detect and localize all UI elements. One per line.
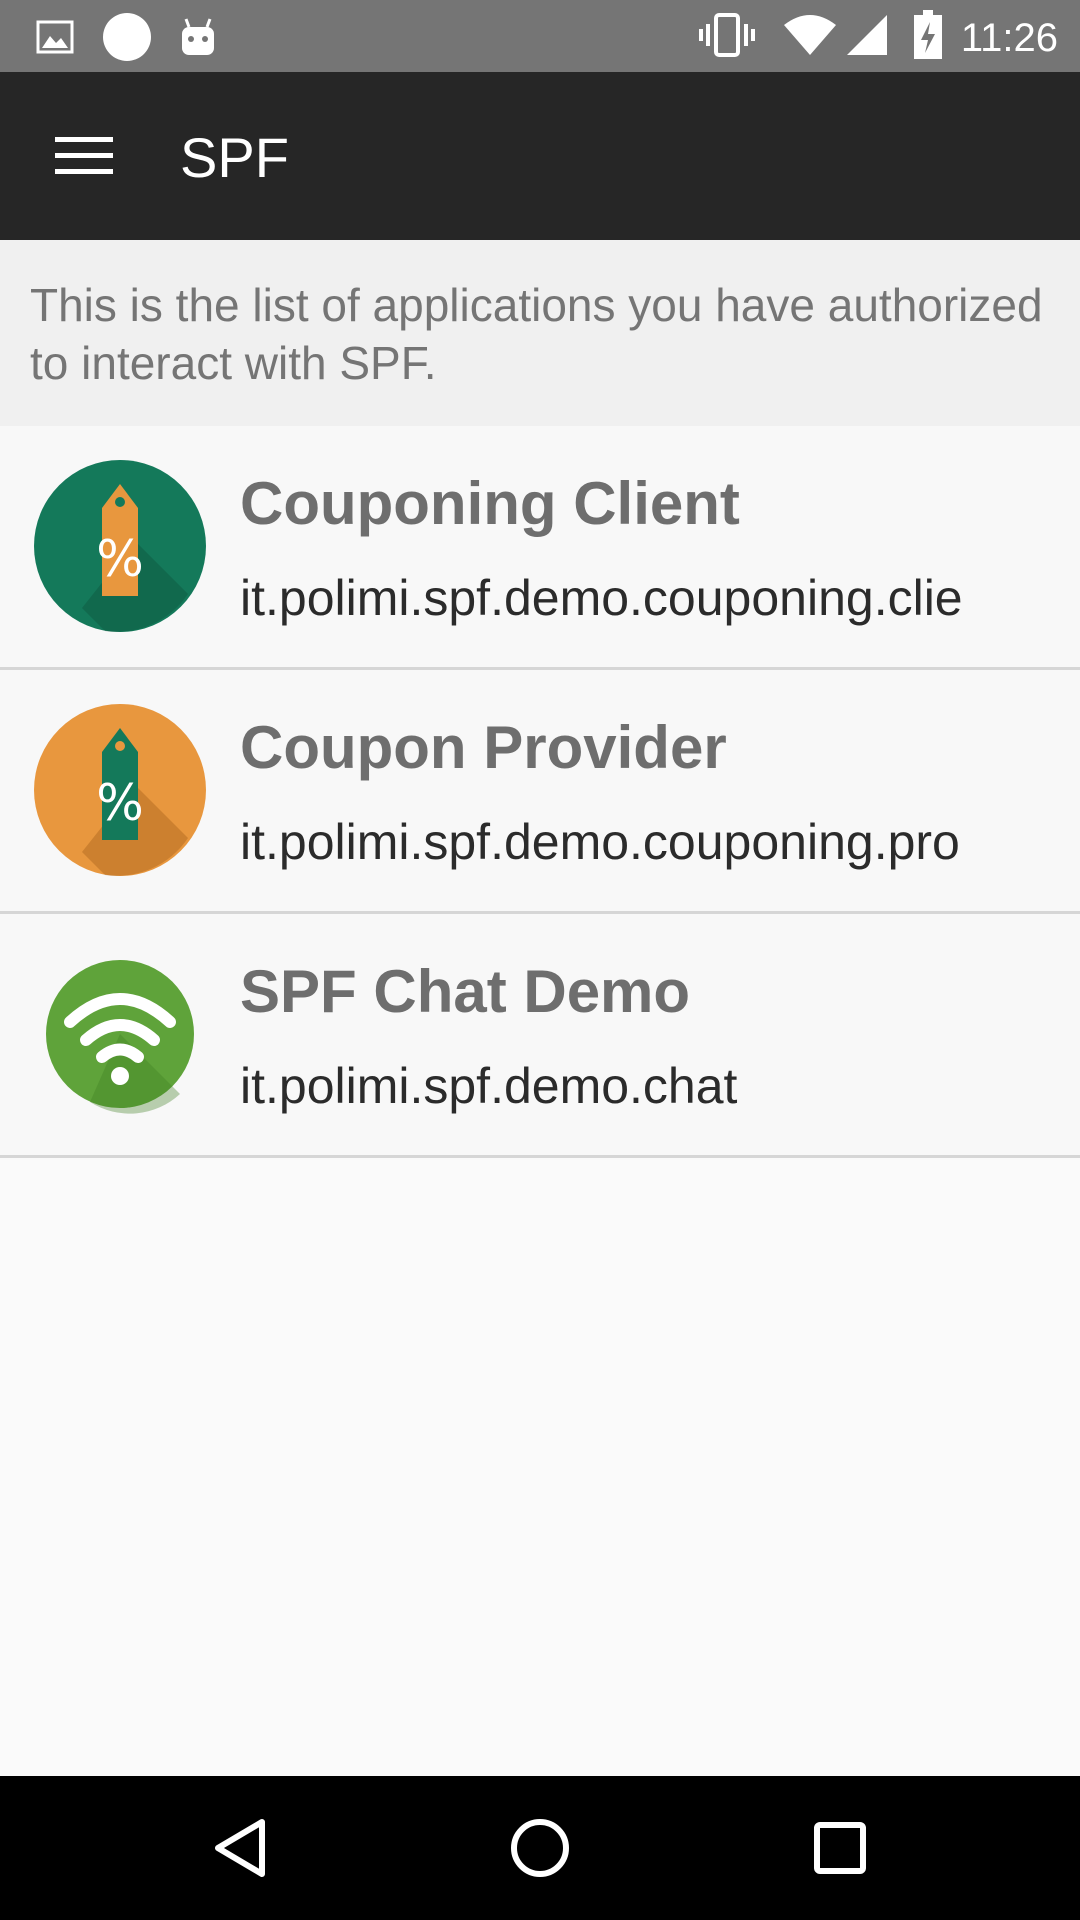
system-icons: 11:26 — [698, 10, 1058, 65]
back-button[interactable] — [200, 1808, 280, 1888]
clock: 11:26 — [960, 15, 1058, 60]
page-title: SPF — [180, 126, 289, 189]
status-bar: 11:26 — [0, 0, 1080, 72]
app-name: SPF Chat Demo — [240, 958, 691, 1025]
app-name: Couponing Client — [240, 470, 740, 537]
wifi-icon — [783, 13, 837, 62]
app-name: Coupon Provider — [240, 714, 727, 781]
app-package: it.polimi.spf.demo.chat — [240, 1058, 738, 1114]
app-package: it.polimi.spf.demo.couponing.clie — [240, 570, 963, 626]
battery-charging-icon — [913, 10, 943, 65]
coupon-client-icon: % — [30, 456, 210, 636]
svg-text:%: % — [96, 530, 144, 588]
menu-button[interactable] — [40, 116, 128, 196]
circle-notification-icon — [102, 12, 152, 67]
list-item[interactable]: SPF Chat Demo it.polimi.spf.demo.chat — [0, 914, 1080, 1158]
app-package: it.polimi.spf.demo.couponing.pro — [240, 814, 960, 870]
app-bar: SPF — [0, 72, 1080, 240]
recents-icon — [814, 1822, 866, 1874]
recents-button[interactable] — [800, 1808, 880, 1888]
authorized-apps-list: % Couponing Client it.polimi.spf.demo.co… — [0, 426, 1080, 1158]
intro-text: This is the list of applications you hav… — [0, 240, 1080, 426]
hamburger-menu-icon — [55, 137, 113, 174]
back-icon — [215, 1819, 265, 1877]
coupon-provider-icon: % — [30, 700, 210, 880]
svg-text:%: % — [96, 774, 144, 832]
android-notification-icon — [180, 17, 216, 62]
navigation-bar — [0, 1776, 1080, 1920]
vibrate-icon — [698, 12, 755, 63]
home-icon — [511, 1819, 569, 1877]
list-item[interactable]: % Couponing Client it.polimi.spf.demo.co… — [0, 426, 1080, 670]
chat-wifi-icon — [30, 944, 210, 1124]
image-notification-icon — [36, 20, 74, 59]
list-item[interactable]: % Coupon Provider it.polimi.spf.demo.cou… — [0, 670, 1080, 914]
notification-icons — [36, 12, 244, 67]
cell-signal-icon — [845, 13, 889, 62]
home-button[interactable] — [500, 1808, 580, 1888]
